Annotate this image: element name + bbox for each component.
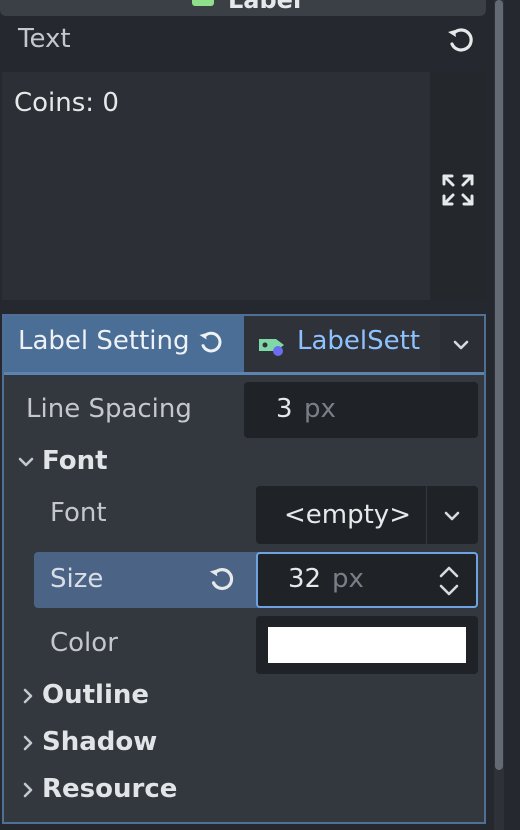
chevron-right-icon[interactable]: [18, 686, 38, 706]
text-property-value[interactable]: Coins: 0: [14, 88, 119, 118]
line-spacing-value[interactable]: 3: [276, 394, 293, 424]
tab-underline: [4, 372, 484, 375]
shadow-section-header[interactable]: Shadow: [42, 727, 157, 757]
revert-icon[interactable]: [206, 564, 238, 596]
font-resource-value[interactable]: <empty>: [284, 500, 411, 530]
chevron-right-icon[interactable]: [18, 780, 38, 800]
font-label: Font: [50, 498, 107, 528]
chevron-down-icon[interactable]: [450, 334, 472, 356]
revert-icon[interactable]: [444, 24, 478, 58]
resource-section-header[interactable]: Resource: [42, 774, 177, 804]
tab-label-settings-label[interactable]: Label Setting: [18, 326, 190, 356]
spinner-arrows-icon[interactable]: [436, 564, 462, 598]
inspector-scrollbar-thumb[interactable]: [495, 0, 503, 770]
chevron-down-icon[interactable]: [16, 452, 36, 472]
revert-icon[interactable]: [196, 328, 226, 358]
color-swatch[interactable]: [268, 627, 466, 663]
outline-section-header[interactable]: Outline: [42, 680, 149, 710]
line-spacing-label: Line Spacing: [26, 394, 192, 424]
chevron-down-icon[interactable]: [442, 506, 462, 526]
size-unit: px: [332, 564, 364, 594]
label-settings-icon: [256, 332, 290, 358]
size-label: Size: [50, 564, 104, 594]
size-value[interactable]: 32: [288, 564, 321, 594]
label-node-icon: [192, 0, 214, 6]
chevron-right-icon[interactable]: [18, 733, 38, 753]
color-label: Color: [50, 628, 118, 658]
text-property-label: Text: [18, 24, 71, 54]
expand-icon[interactable]: [440, 172, 476, 208]
node-header-label: Label: [228, 0, 302, 14]
resource-picker-label[interactable]: LabelSett: [297, 326, 420, 356]
font-section-header[interactable]: Font: [42, 446, 108, 476]
line-spacing-unit: px: [304, 394, 336, 424]
